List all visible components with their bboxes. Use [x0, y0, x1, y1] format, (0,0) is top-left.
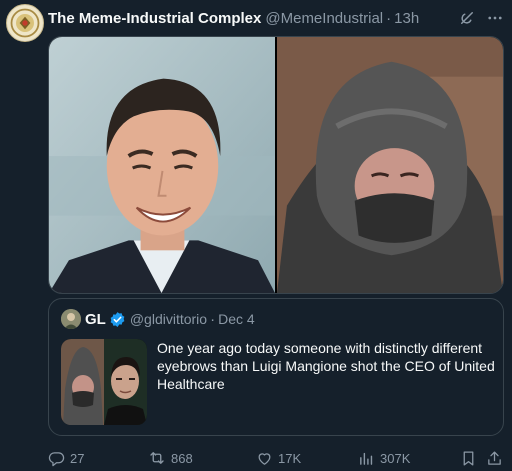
quoted-author-avatar[interactable]	[61, 309, 81, 329]
grok-icon[interactable]	[458, 9, 476, 27]
tweet-header: The Meme-Industrial Complex @MemeIndustr…	[48, 8, 504, 28]
header-actions	[458, 8, 504, 28]
more-icon[interactable]	[486, 9, 504, 27]
man-portrait-thumbnail	[104, 339, 147, 425]
quoted-author-name[interactable]: GL	[85, 311, 106, 328]
quoted-author-handle[interactable]: @gldivittorio	[130, 311, 207, 327]
tweet-time[interactable]: 13h	[394, 10, 419, 27]
repost-icon	[150, 452, 164, 464]
quoted-tweet-text: One year ago today someone with distinct…	[157, 340, 495, 392]
seal-avatar-icon	[7, 5, 43, 41]
tweet-media[interactable]	[48, 36, 504, 294]
repost-count: 868	[171, 450, 193, 466]
quoted-tweet-header: GL @gldivittorio · Dec 4	[61, 309, 255, 329]
views-button[interactable]: 307K	[358, 448, 410, 468]
share-icon	[488, 450, 501, 465]
reply-count: 27	[70, 450, 85, 466]
like-count: 17K	[278, 450, 302, 466]
tweet[interactable]: The Meme-Industrial Complex @MemeIndustr…	[0, 0, 512, 471]
verified-badge-icon	[110, 311, 125, 327]
reply-button[interactable]: 27	[48, 448, 84, 468]
smiling-man-suit-photo[interactable]	[49, 37, 275, 293]
author-avatar[interactable]	[6, 4, 44, 42]
reply-icon	[48, 451, 65, 466]
quoted-tweet-time[interactable]: Dec 4	[218, 311, 255, 327]
separator-dot: ·	[386, 9, 392, 27]
hooded-figure-photo[interactable]	[277, 37, 503, 293]
author-name[interactable]: The Meme-Industrial Complex	[48, 10, 261, 27]
repost-button[interactable]: 868	[148, 448, 193, 468]
like-button[interactable]: 17K	[256, 448, 301, 468]
quoted-tweet-media[interactable]	[61, 339, 147, 425]
like-icon	[258, 452, 271, 465]
bookmark-icon	[463, 450, 474, 466]
views-icon	[360, 452, 373, 465]
view-count: 307K	[380, 450, 411, 466]
separator-dot: ·	[210, 310, 216, 328]
hooded-figure-thumbnail	[61, 339, 104, 425]
author-handle[interactable]: @MemeIndustrial	[265, 10, 383, 27]
bookmark-button[interactable]	[460, 448, 477, 468]
tweet-action-bar: 27 868 17K 307K	[48, 448, 504, 468]
quoted-tweet[interactable]: GL @gldivittorio · Dec 4 One year ago to…	[48, 298, 504, 436]
share-button[interactable]	[486, 448, 503, 468]
